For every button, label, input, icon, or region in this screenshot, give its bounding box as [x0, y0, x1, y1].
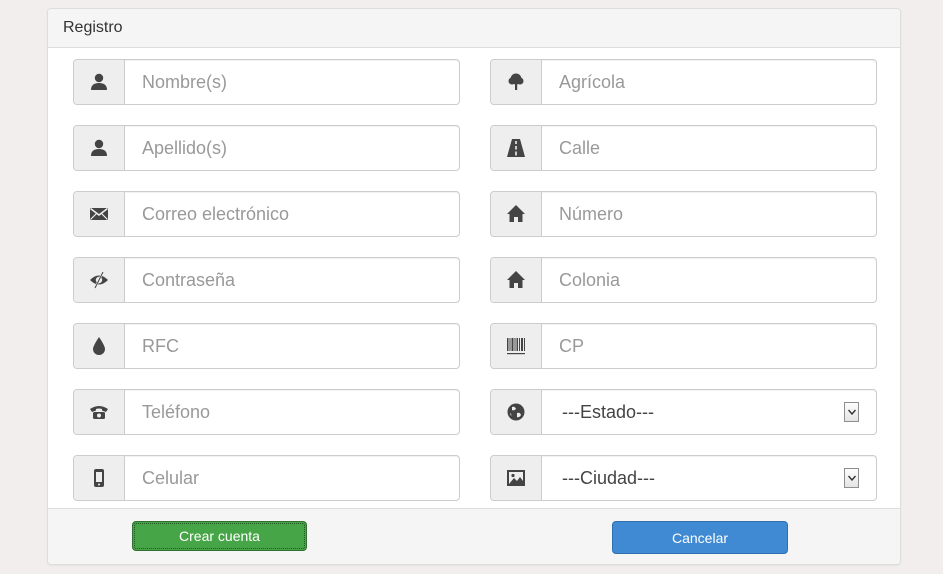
- eye-slash-icon: [74, 258, 125, 302]
- postal-code-input[interactable]: [542, 324, 876, 368]
- email-input[interactable]: [125, 192, 459, 236]
- password-input[interactable]: [125, 258, 459, 302]
- phone-icon: [74, 390, 125, 434]
- city-select-group: ---Ciudad---: [490, 455, 877, 501]
- first-name-field-group: [73, 59, 460, 105]
- chevron-down-icon[interactable]: [844, 402, 859, 422]
- street-field-group: [490, 125, 877, 171]
- state-select[interactable]: ---Estado---: [542, 390, 876, 434]
- number-field-group: [490, 191, 877, 237]
- number-input[interactable]: [542, 192, 876, 236]
- street-input[interactable]: [542, 126, 876, 170]
- globe-icon: [491, 390, 542, 434]
- phone-field-group: [73, 389, 460, 435]
- email-field-group: [73, 191, 460, 237]
- home-icon: [491, 192, 542, 236]
- road-icon: [491, 126, 542, 170]
- phone-input[interactable]: [125, 390, 459, 434]
- state-select-group: ---Estado---: [490, 389, 877, 435]
- agricola-field-group: [490, 59, 877, 105]
- city-select[interactable]: ---Ciudad---: [542, 456, 876, 500]
- create-account-button[interactable]: Crear cuenta: [132, 521, 307, 551]
- envelope-icon: [74, 192, 125, 236]
- rfc-input[interactable]: [125, 324, 459, 368]
- agricola-input[interactable]: [542, 60, 876, 104]
- user-icon: [74, 126, 125, 170]
- barcode-icon: [491, 324, 542, 368]
- mobile-input[interactable]: [125, 456, 459, 500]
- panel-title: Registro: [63, 19, 123, 36]
- mobile-field-group: [73, 455, 460, 501]
- postal-code-field-group: [490, 323, 877, 369]
- chevron-down-icon[interactable]: [844, 468, 859, 488]
- first-name-input[interactable]: [125, 60, 459, 104]
- state-select-value: ---Estado---: [562, 401, 655, 422]
- panel-footer: Crear cuenta Cancelar: [48, 508, 900, 564]
- drop-icon: [74, 324, 125, 368]
- user-icon: [74, 60, 125, 104]
- city-select-value: ---Ciudad---: [562, 467, 656, 488]
- registration-panel: Registro Nombre(s) Apellido(s) Correo el…: [47, 8, 901, 565]
- last-name-field-group: [73, 125, 460, 171]
- cancel-button[interactable]: Cancelar: [612, 521, 788, 554]
- picture-icon: [491, 456, 542, 500]
- mobile-phone-icon: [74, 456, 125, 500]
- colonia-field-group: [490, 257, 877, 303]
- rfc-field-group: [73, 323, 460, 369]
- home-icon: [491, 258, 542, 302]
- last-name-input[interactable]: [125, 126, 459, 170]
- tree-icon: [491, 60, 542, 104]
- password-field-group: [73, 257, 460, 303]
- colonia-input[interactable]: [542, 258, 876, 302]
- panel-heading: Registro: [48, 9, 900, 48]
